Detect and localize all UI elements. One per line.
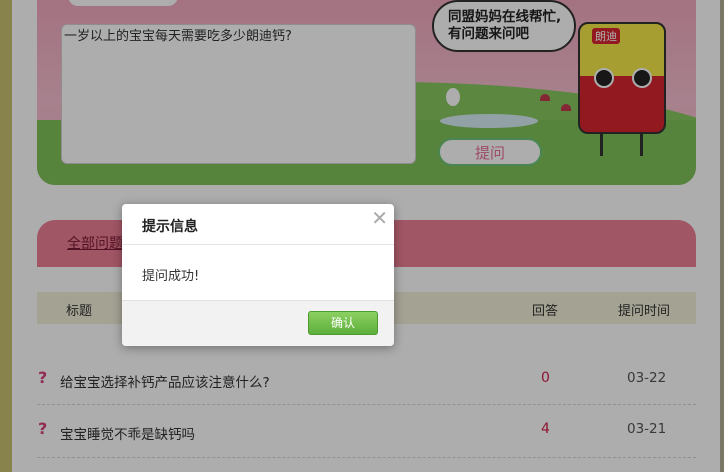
confirm-button[interactable]: 确认 <box>308 311 378 335</box>
close-icon[interactable]: ✕ <box>371 206 388 230</box>
notice-dialog: 提示信息 ✕ 提问成功! 确认 <box>122 204 394 346</box>
dialog-title: 提示信息 <box>142 219 198 235</box>
dialog-message: 提问成功! <box>142 269 200 284</box>
